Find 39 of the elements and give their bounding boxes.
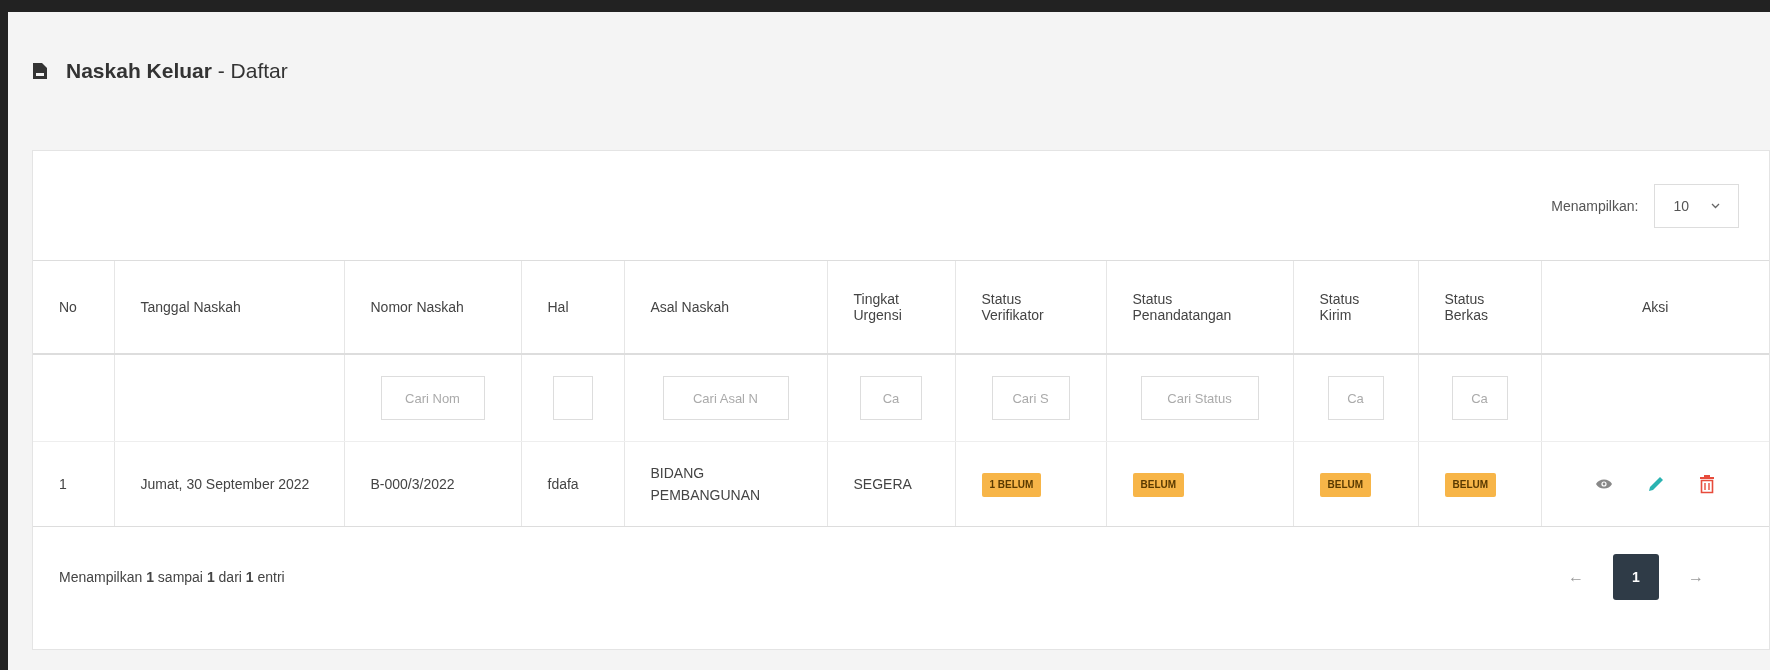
filter-field[interactable] [552,376,593,420]
table-cell: SEGERA [853,475,912,492]
filter-field[interactable]: Ca [860,376,922,420]
column-header: Aksi [1642,299,1669,315]
column-header: Status Berkas [1444,291,1489,323]
table-cell: fdafa [547,475,579,492]
row-number: 1 [59,475,67,492]
table-cell: Jumat, 30 September 2022 [140,475,310,492]
filter-field[interactable]: Ca [1451,376,1508,420]
edit-pencil-icon[interactable] [1647,475,1666,493]
column-header: Status Verifikator [981,291,1044,323]
filter-field[interactable]: Cari S [991,376,1070,420]
column-header: Nomor Naskah [370,299,464,315]
status-badge: 1 BELUM [981,472,1042,497]
column-header: No [59,299,77,315]
filter-field[interactable]: Cari Status [1140,376,1259,420]
column-header: Status Penandatangan [1132,291,1232,323]
filter-field[interactable]: Ca [1327,376,1384,420]
view-eye-icon[interactable] [1595,478,1614,490]
filter-field[interactable]: Cari Nom [380,376,485,420]
status-badge: BELUM [1132,472,1185,497]
page-button[interactable]: 1 [1613,554,1659,600]
delete-trash-icon[interactable] [1699,474,1716,494]
page-length-select[interactable]: 10 [1654,183,1739,228]
column-header: Tingkat Urgensi [853,291,902,323]
column-header: Tanggal Naskah [140,299,241,315]
chevron-down-icon [1711,202,1720,209]
status-badge: BELUM [1319,472,1372,497]
column-header: Asal Naskah [650,299,730,315]
table-cell: BIDANG PEMBANGUNAN [650,464,761,503]
status-badge: BELUM [1444,472,1497,497]
length-label: Menampilkan: [1551,197,1639,214]
column-header: Status Kirim [1319,291,1360,323]
page-title: Naskah Keluar - Daftar [66,59,288,83]
filter-field[interactable]: Cari Asal N [662,376,789,420]
table-cell: B-000/3/2022 [370,475,455,492]
column-header: Hal [547,299,569,315]
document-icon [32,62,48,80]
entries-info: Menampilkan 1 sampai 1 dari 1 entri [59,569,285,585]
